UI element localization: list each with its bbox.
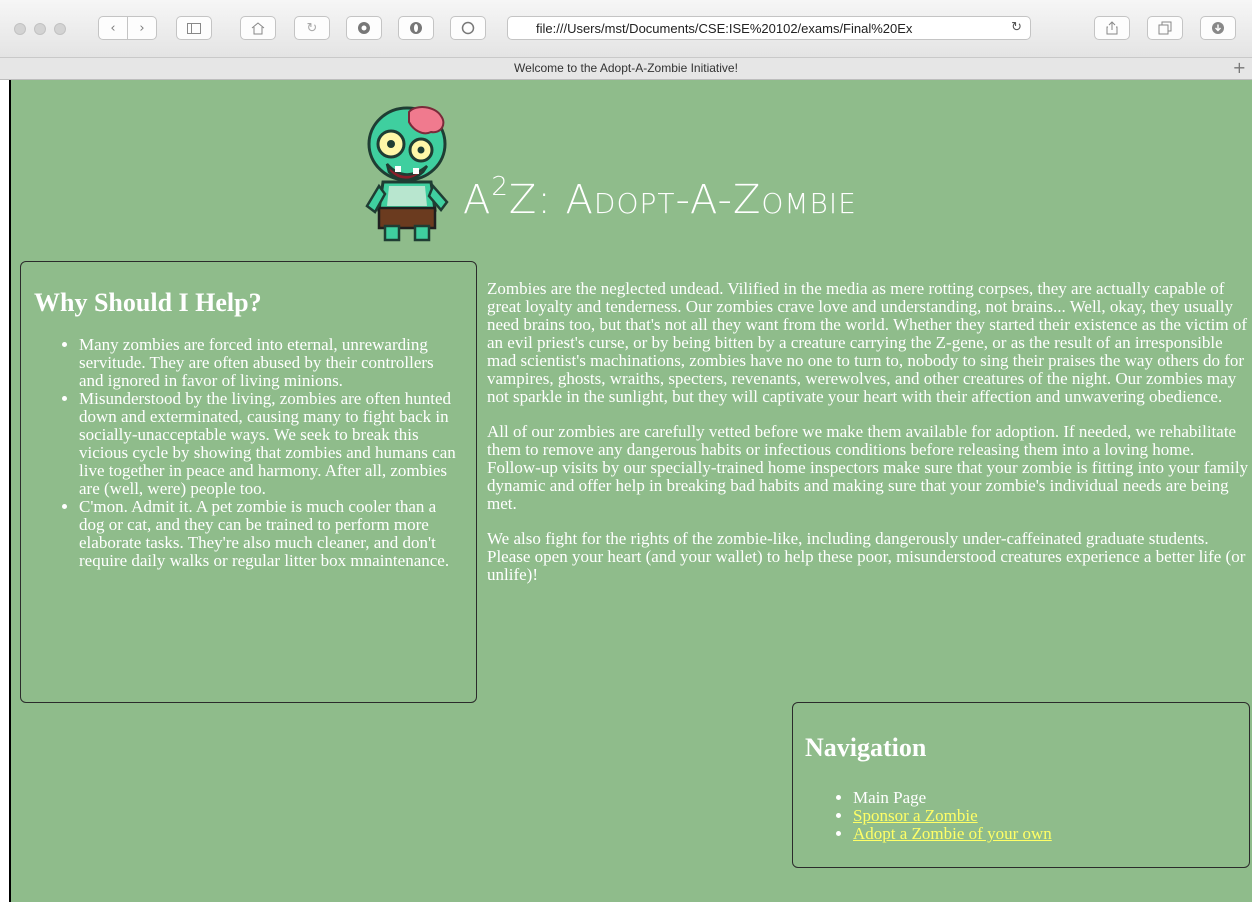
intro-paragraph: Zombies are the neglected undead. Vilifi… [487,279,1247,406]
why-help-panel: Why Should I Help? Many zombies are forc… [20,261,477,703]
extension-icon-1 [358,22,370,34]
site-title-prefix: A [463,177,492,223]
navigation-heading: Navigation [805,733,927,762]
sidebar-button[interactable] [176,16,212,40]
downloads-button[interactable] [1200,16,1236,40]
site-title-superscript: 2 [491,172,509,202]
site-title: A2Z: Adopt-A-Zombie [463,172,857,223]
extension-button-1[interactable] [346,16,382,40]
sidebar-icon [187,22,201,34]
url-text[interactable]: file:///Users/mst/Documents/CSE:ISE%2010… [536,21,990,36]
site-title-rest: Z: Adopt-A-Zombie [508,177,857,223]
zombie-logo [365,106,449,242]
extension-icon-2 [410,22,422,34]
tab-bar: Welcome to the Adopt-A-Zombie Initiative… [0,58,1252,80]
home-button[interactable] [240,16,276,40]
zoom-window-button[interactable] [54,23,66,35]
back-button[interactable]: ‹ [98,16,128,40]
home-icon [251,21,265,34]
tabs-icon [1158,21,1172,35]
why-help-list: Many zombies are forced into eternal, un… [35,336,459,570]
extension-button-3[interactable] [450,16,486,40]
nav-item-adopt: Adopt a Zombie of your own [853,825,1052,843]
extension-button-2[interactable] [398,16,434,40]
address-bar[interactable]: file:///Users/mst/Documents/CSE:ISE%2010… [507,16,1031,40]
why-help-item: Many zombies are forced into eternal, un… [79,336,459,390]
why-help-item: Misunderstood by the living, zombies are… [79,390,459,498]
page-header: A2Z: Adopt-A-Zombie [11,80,1252,250]
minimize-window-button[interactable] [34,23,46,35]
navigation-list: Main Page Sponsor a Zombie Adopt a Zombi… [805,789,1052,843]
tabs-button[interactable] [1147,16,1183,40]
why-help-item: C'mon. Admit it. A pet zombie is much co… [79,498,459,570]
nav-item-sponsor: Sponsor a Zombie [853,807,1052,825]
navigation-panel: Navigation Main Page Sponsor a Zombie Ad… [792,702,1250,868]
share-icon [1106,21,1118,35]
nav-item-main-page: Main Page [853,789,1052,807]
back-icon: ‹ [110,20,116,36]
why-help-heading: Why Should I Help? [34,288,262,317]
vetting-paragraph: All of our zombies are carefully vetted … [487,422,1249,513]
rights-paragraph: We also fight for the rights of the zomb… [487,529,1246,584]
forward-button[interactable]: › [127,16,157,40]
new-tab-button[interactable]: + [1233,58,1246,78]
close-window-button[interactable] [14,23,26,35]
web-page: A2Z: Adopt-A-Zombie Why Should I Help? M… [9,80,1252,902]
reload-icon[interactable]: ↻ [1011,20,1022,35]
main-content: Zombies are the neglected undead. Vilifi… [487,280,1249,601]
reload-icon: ↻ [306,20,318,36]
sponsor-zombie-link[interactable]: Sponsor a Zombie [853,806,978,825]
share-button[interactable] [1094,16,1130,40]
adopt-zombie-link[interactable]: Adopt a Zombie of your own [853,824,1052,843]
browser-toolbar: ‹ › ↻ file:///Users/mst/Documents/CSE:IS… [0,0,1252,58]
extension-icon-3 [461,21,475,35]
reload-toolbar-button[interactable]: ↻ [294,16,330,40]
downloads-icon [1212,22,1224,34]
tab-title[interactable]: Welcome to the Adopt-A-Zombie Initiative… [514,61,738,75]
forward-icon: › [139,20,145,36]
